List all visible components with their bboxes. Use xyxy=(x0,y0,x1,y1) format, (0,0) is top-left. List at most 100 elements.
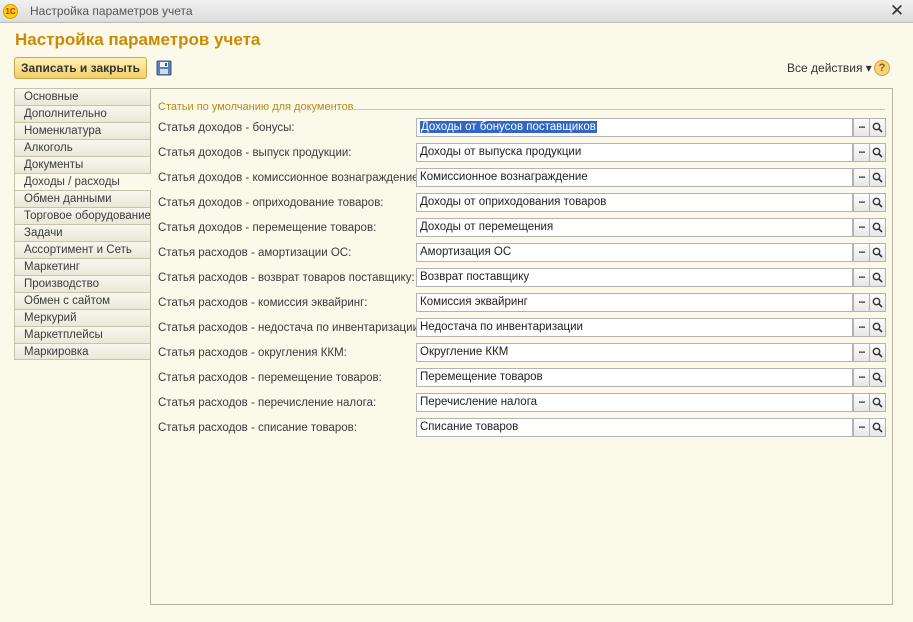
select-button[interactable]: ... xyxy=(853,118,870,137)
search-icon[interactable] xyxy=(869,343,886,362)
select-button[interactable]: ... xyxy=(853,343,870,362)
search-icon[interactable] xyxy=(869,168,886,187)
field-row: Статья расходов - перечисление налога: Пе… xyxy=(151,393,894,414)
field-input[interactable]: Перечисление налога xyxy=(416,393,853,412)
field-row: Статья расходов - амортизации ОС: Амортиз… xyxy=(151,243,894,264)
field-row: Статья доходов - комиссионное вознагражд… xyxy=(151,168,894,189)
field-label: Статья доходов - перемещение товаров: xyxy=(158,222,377,234)
field-label: Статья расходов - перемещение товаров: xyxy=(158,372,382,384)
field-input[interactable]: Возврат поставщику xyxy=(416,268,853,287)
field-input[interactable]: Списание товаров xyxy=(416,418,853,437)
field-row: Статья расходов - комиссия эквайринг: Ком… xyxy=(151,293,894,314)
field-label: Статья расходов - комиссия эквайринг: xyxy=(158,297,368,309)
search-icon[interactable] xyxy=(869,368,886,387)
field-input[interactable]: Комиссионное вознаграждение xyxy=(416,168,853,187)
field-value: Амортизация ОС xyxy=(420,246,512,258)
search-icon[interactable] xyxy=(869,143,886,162)
window-title: Настройка параметров учета xyxy=(30,4,193,18)
field-input[interactable]: Доходы от выпуска продукции xyxy=(416,143,853,162)
field-value: Перемещение товаров xyxy=(420,371,543,383)
close-button[interactable]: ✕ xyxy=(889,2,905,20)
all-actions-menu[interactable]: Все действия ▾ xyxy=(787,61,872,75)
field-row: Статья расходов - округления ККМ: Округле… xyxy=(151,343,894,364)
field-input[interactable]: Перемещение товаров xyxy=(416,368,853,387)
field-label: Статья доходов - выпуск продукции: xyxy=(158,147,352,159)
field-value: Комиссия эквайринг xyxy=(420,296,528,308)
select-button[interactable]: ... xyxy=(853,193,870,212)
field-row: Статья расходов - перемещение товаров: Пе… xyxy=(151,368,894,389)
field-input[interactable]: Доходы от бонусов поставщиков xyxy=(416,118,853,137)
field-value: Перечисление налога xyxy=(420,396,538,408)
search-icon[interactable] xyxy=(869,243,886,262)
search-icon[interactable] xyxy=(869,193,886,212)
sidebar-item[interactable]: Маркетинг xyxy=(14,258,151,275)
field-input[interactable]: Недостача по инвентаризации xyxy=(416,318,853,337)
search-icon[interactable] xyxy=(869,393,886,412)
select-button[interactable]: ... xyxy=(853,168,870,187)
field-input[interactable]: Доходы от перемещения xyxy=(416,218,853,237)
select-button[interactable]: ... xyxy=(853,293,870,312)
sidebar-item[interactable]: Производство xyxy=(14,275,151,292)
save-and-close-button[interactable]: Записать и закрыть xyxy=(14,57,147,79)
sidebar-item[interactable]: Торговое оборудование xyxy=(14,207,151,224)
title-bar: 1С Настройка параметров учета ✕ xyxy=(0,0,913,23)
field-row: Статья доходов - перемещение товаров: Дох… xyxy=(151,218,894,239)
select-button[interactable]: ... xyxy=(853,218,870,237)
field-label: Статья расходов - амортизации ОС: xyxy=(158,247,352,259)
field-label: Статья доходов - оприходование товаров: xyxy=(158,197,384,209)
page-title: Настройка параметров учета xyxy=(15,30,261,49)
floppy-disk-icon[interactable] xyxy=(156,60,172,76)
sidebar-item[interactable]: Маркетплейсы xyxy=(14,326,151,343)
search-icon[interactable] xyxy=(869,418,886,437)
field-value: Доходы от оприходования товаров xyxy=(420,196,607,208)
field-value: Недостача по инвентаризации xyxy=(420,321,583,333)
field-value: Округление ККМ xyxy=(420,346,509,358)
select-button[interactable]: ... xyxy=(853,268,870,287)
search-icon[interactable] xyxy=(869,293,886,312)
sidebar-item[interactable]: Задачи xyxy=(14,224,151,241)
sidebar-item[interactable]: Основные xyxy=(14,88,151,105)
field-label: Статья расходов - перечисление налога: xyxy=(158,397,377,409)
group-divider xyxy=(351,109,885,110)
field-label: Статья расходов - округления ККМ: xyxy=(158,347,347,359)
field-input[interactable]: Округление ККМ xyxy=(416,343,853,362)
sidebar-item[interactable]: Номенклатура xyxy=(14,122,151,139)
group-title: Статьи по умолчанию для документов xyxy=(158,101,358,113)
field-input[interactable]: Доходы от оприходования товаров xyxy=(416,193,853,212)
search-icon[interactable] xyxy=(869,318,886,337)
sidebar-item[interactable]: Обмен данными xyxy=(14,190,151,207)
sidebar-item[interactable]: Ассортимент и Сеть xyxy=(14,241,151,258)
sidebar: Основные Дополнительно Номенклатура Алкогол… xyxy=(14,88,152,360)
search-icon[interactable] xyxy=(869,118,886,137)
select-button[interactable]: ... xyxy=(853,243,870,262)
field-input[interactable]: Амортизация ОС xyxy=(416,243,853,262)
sidebar-item[interactable]: Документы xyxy=(14,156,151,173)
field-row: Статья доходов - бонусы: Доходы от бонусо… xyxy=(151,118,894,139)
sidebar-item[interactable]: Доходы / расходы xyxy=(14,173,152,190)
field-label: Статья доходов - бонусы: xyxy=(158,122,295,134)
sidebar-item[interactable]: Дополнительно xyxy=(14,105,151,122)
field-row: Статья доходов - оприходование товаров: Д… xyxy=(151,193,894,214)
select-button[interactable]: ... xyxy=(853,143,870,162)
field-value: Комиссионное вознаграждение xyxy=(420,171,588,183)
select-button[interactable]: ... xyxy=(853,368,870,387)
sidebar-item[interactable]: Обмен с сайтом xyxy=(14,292,151,309)
select-button[interactable]: ... xyxy=(853,418,870,437)
field-value: Возврат поставщику xyxy=(420,271,530,283)
field-input[interactable]: Комиссия эквайринг xyxy=(416,293,853,312)
field-row: Статья расходов - возврат товаров постав… xyxy=(151,268,894,289)
sidebar-item[interactable]: Маркировка xyxy=(14,343,151,360)
field-value: Доходы от выпуска продукции xyxy=(420,146,582,158)
field-label: Статья расходов - недостача по инвентари… xyxy=(158,322,423,334)
help-icon[interactable]: ? xyxy=(874,60,890,76)
select-button[interactable]: ... xyxy=(853,318,870,337)
sidebar-item[interactable]: Алкоголь xyxy=(14,139,151,156)
sidebar-item[interactable]: Меркурий xyxy=(14,309,151,326)
search-icon[interactable] xyxy=(869,268,886,287)
field-label: Статья расходов - возврат товаров постав… xyxy=(158,272,415,284)
select-button[interactable]: ... xyxy=(853,393,870,412)
search-icon[interactable] xyxy=(869,218,886,237)
field-value: Списание товаров xyxy=(420,421,519,433)
field-value: Доходы от перемещения xyxy=(420,221,554,233)
field-value: Доходы от бонусов поставщиков xyxy=(420,121,597,133)
